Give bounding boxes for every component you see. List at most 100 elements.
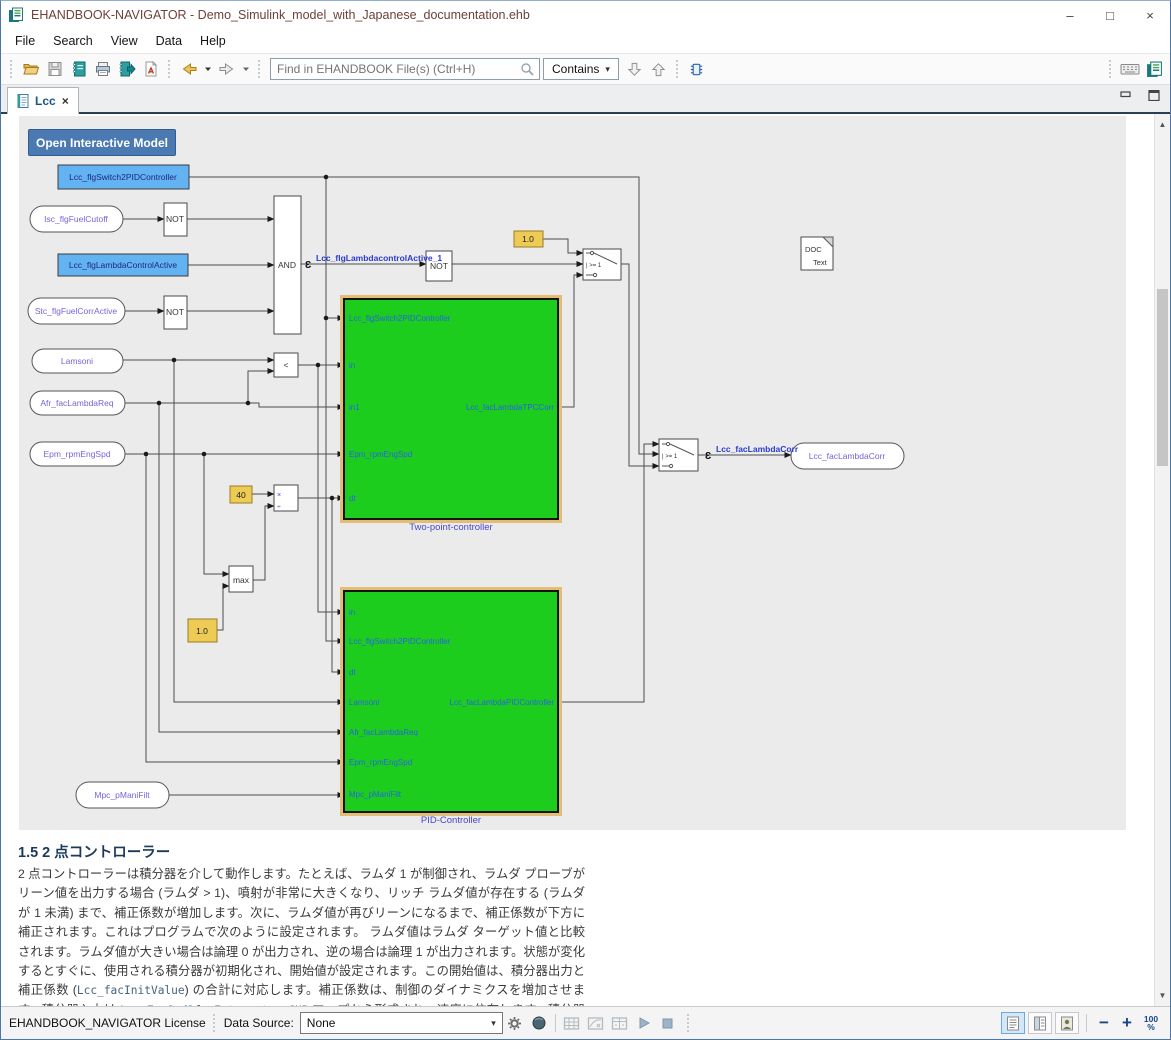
scroll-down-icon[interactable]: ▼ (1155, 991, 1170, 1000)
navigate-back-button[interactable] (177, 57, 201, 81)
block-and[interactable]: AND (274, 196, 301, 334)
statusbar-divider (1086, 1014, 1087, 1032)
block-switch2pid-input[interactable]: Lcc_flgSwitch2PIDController (58, 165, 189, 189)
block-switch-1[interactable]: | >= 1 (583, 249, 621, 280)
svg-text:in: in (349, 608, 355, 617)
pdf-icon (142, 60, 160, 78)
dropdown-arrow-icon (204, 66, 212, 72)
zoom-out-button[interactable]: − (1094, 1012, 1114, 1034)
navigate-forward-button[interactable] (215, 57, 239, 81)
toolbar-grip (10, 60, 14, 78)
block-constant-40[interactable]: 40 (230, 486, 252, 503)
block-divide[interactable]: × ÷ (274, 485, 298, 511)
svg-text:1.0: 1.0 (196, 626, 208, 636)
svg-text:NOT: NOT (166, 307, 184, 317)
block-inport-afr[interactable]: Afr_facLambdaReq (30, 391, 125, 415)
minimize-pane-icon[interactable] (1120, 90, 1132, 101)
svg-text:dt: dt (349, 494, 356, 503)
zoom-level-indicator[interactable]: 100 % (1140, 1015, 1162, 1031)
block-not-2[interactable]: NOT (164, 296, 187, 329)
block-inport-stc[interactable]: Stc_flgFuelCorrActive (28, 298, 125, 324)
vertical-scrollbar[interactable]: ▲ ▼ (1154, 114, 1170, 1006)
block-pid-controller[interactable]: in Lcc_flgSwitch2PIDController dt Lamson… (340, 587, 562, 826)
block-lambda-control-active[interactable]: Lcc_flgLambdaControlActive (58, 254, 188, 276)
scrollbar-thumb[interactable] (1157, 289, 1168, 466)
find-previous-button[interactable] (647, 57, 671, 81)
maximize-pane-icon[interactable] (1148, 90, 1160, 101)
svg-text:Stc_flgFuelCorrActive: Stc_flgFuelCorrActive (35, 306, 117, 316)
svg-text:<: < (284, 360, 289, 370)
license-label: EHANDBOOK_NAVIGATOR License (9, 1016, 206, 1030)
find-next-button[interactable] (623, 57, 647, 81)
menu-view[interactable]: View (102, 31, 147, 51)
keyboard-icon (1120, 61, 1140, 77)
back-history-dropdown[interactable] (201, 57, 215, 81)
tab-close-icon[interactable]: × (62, 94, 69, 108)
calibration-curve-button[interactable] (585, 1012, 607, 1034)
signal-label-fac-lambda-corr[interactable]: Ɛ Lcc_facLambdaCorr (705, 444, 799, 462)
export-button[interactable] (115, 57, 139, 81)
svg-text:Lcc_facLambdaCorr: Lcc_facLambdaCorr (716, 444, 799, 454)
map-grid-icon (563, 1015, 580, 1031)
data-source-connect-button[interactable] (528, 1012, 550, 1034)
shortcuts-button[interactable] (1118, 57, 1142, 81)
block-constant-1-left[interactable]: 1.0 (188, 619, 217, 642)
measurement-glyph-icon: Ɛ (705, 451, 712, 462)
menu-data[interactable]: Data (147, 31, 191, 51)
print-button[interactable] (91, 57, 115, 81)
block-two-point-controller[interactable]: Lcc_flgSwitch2PIDController in in1 Epm_r… (340, 295, 562, 533)
forward-history-dropdown[interactable] (239, 57, 253, 81)
block-doc-text[interactable]: DOC Text (801, 237, 833, 270)
menu-file[interactable]: File (6, 31, 44, 51)
view-mode-document-button[interactable] (1001, 1012, 1025, 1034)
block-outport-fac-lambda-corr[interactable]: Lcc_facLambdaCorr (791, 443, 904, 469)
run-button[interactable] (633, 1012, 655, 1034)
export-pdf-button[interactable] (139, 57, 163, 81)
play-icon (637, 1016, 651, 1030)
open-handbook-button[interactable] (67, 57, 91, 81)
structure-search-button[interactable] (685, 57, 709, 81)
open-interactive-model-button[interactable]: Open Interactive Model (28, 129, 176, 156)
svg-text:Lcc_flgLambdaControlActive: Lcc_flgLambdaControlActive (69, 260, 177, 270)
block-less-than[interactable]: < (274, 353, 298, 377)
zoom-in-button[interactable]: + (1117, 1012, 1137, 1034)
close-button[interactable]: × (1130, 1, 1170, 29)
maximize-button[interactable]: □ (1090, 1, 1130, 29)
search-mode-dropdown[interactable]: Contains ▾ (543, 58, 619, 80)
statusbar-divider (555, 1014, 556, 1032)
open-file-button[interactable] (19, 57, 43, 81)
view-mode-split-button[interactable] (1028, 1012, 1052, 1034)
data-source-settings-button[interactable] (504, 1012, 526, 1034)
svg-text:Mpc_pManiFilt: Mpc_pManiFilt (349, 790, 402, 799)
save-button[interactable] (43, 57, 67, 81)
block-switch-2[interactable]: | >= 1 (659, 439, 698, 471)
block-inport-isc[interactable]: Isc_flgFuelCutoff (30, 206, 123, 232)
block-max[interactable]: max (229, 566, 253, 592)
export-icon (118, 60, 136, 78)
data-source-label: Data Source: (224, 1016, 294, 1030)
calibration-value-button[interactable] (609, 1012, 631, 1034)
block-inport-lamsoni[interactable]: Lamsoni (32, 349, 123, 373)
view-mode-presentation-button[interactable] (1055, 1012, 1079, 1034)
svg-text:Afr_facLambdaReq: Afr_facLambdaReq (40, 398, 114, 408)
data-source-dropdown[interactable]: None ▾ (300, 1012, 503, 1034)
menu-help[interactable]: Help (191, 31, 235, 51)
scroll-up-icon[interactable]: ▲ (1155, 120, 1170, 129)
block-constant-1-top[interactable]: 1.0 (514, 231, 543, 247)
title-bar: EHANDBOOK-NAVIGATOR - Demo_Simulink_mode… (1, 1, 1170, 29)
stop-button[interactable] (657, 1012, 679, 1034)
map-table-icon (611, 1015, 628, 1031)
block-inport-mpc[interactable]: Mpc_pManiFilt (76, 782, 169, 808)
block-inport-epm[interactable]: Epm_rpmEngSpd (30, 442, 125, 466)
tab-lcc[interactable]: Lcc × (7, 87, 79, 114)
minimize-button[interactable]: – (1050, 1, 1090, 29)
svg-text:÷: ÷ (277, 504, 281, 511)
menu-search[interactable]: Search (44, 31, 102, 51)
calibration-map-button[interactable] (561, 1012, 583, 1034)
about-ehandbook-button[interactable] (1142, 57, 1166, 81)
svg-text:Lcc_flgSwitch2PIDController: Lcc_flgSwitch2PIDController (349, 637, 451, 646)
block-not-1[interactable]: NOT (164, 203, 187, 236)
gear-icon (507, 1016, 522, 1031)
person-icon (1060, 1016, 1074, 1031)
search-input[interactable] (277, 62, 519, 76)
